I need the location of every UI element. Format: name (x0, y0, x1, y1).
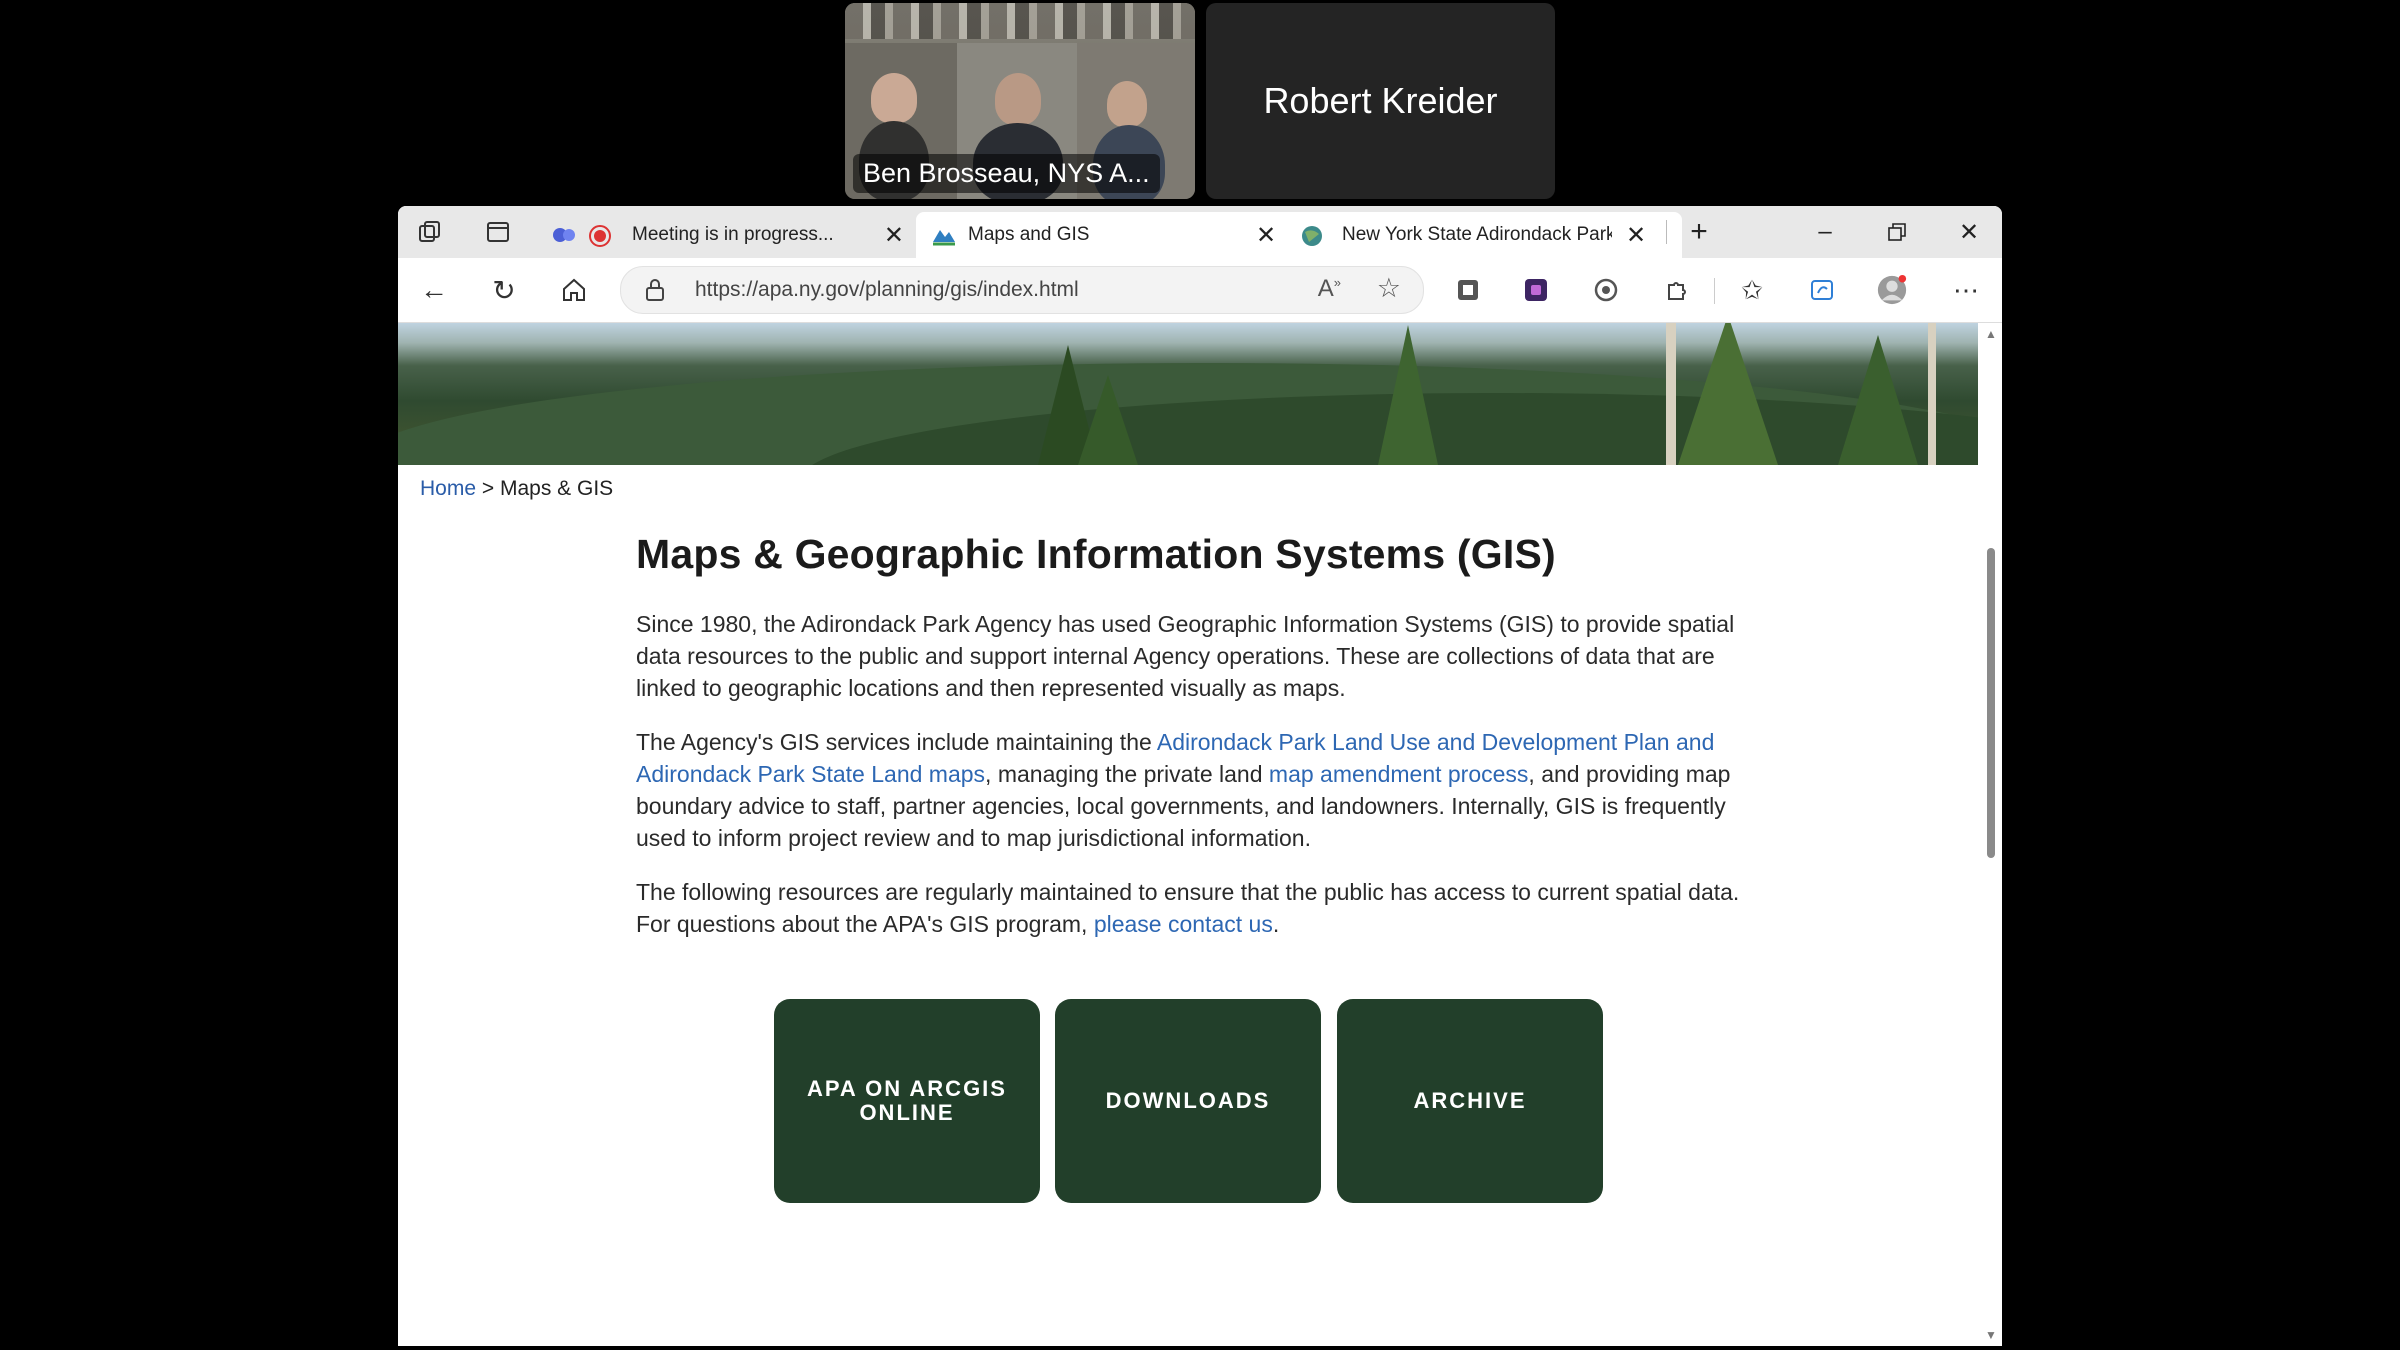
extension-icon[interactable] (1590, 274, 1622, 306)
main-content: Maps & Geographic Information Systems (G… (636, 531, 1746, 962)
apa-favicon-icon (932, 224, 956, 252)
toolbar-divider (1714, 278, 1715, 304)
page-title: Maps & Geographic Information Systems (G… (636, 531, 1556, 577)
close-tab-icon[interactable]: ✕ (1256, 221, 1276, 250)
extension-icon[interactable] (1452, 274, 1484, 306)
favorites-icon[interactable]: ✩ (1736, 274, 1768, 306)
tab-divider (1666, 220, 1667, 244)
resources-paragraph: The following resources are regularly ma… (636, 876, 1746, 940)
participant-name: Robert Kreider (1263, 80, 1498, 121)
extensions-puzzle-icon[interactable] (1660, 274, 1692, 306)
tab-bar: Meeting is in progress... ✕ Maps and GIS… (398, 206, 2002, 258)
tab-adirondack[interactable]: New York State Adirondack Park ✕ (1298, 212, 1668, 258)
participant-name: Ben Brosseau, NYS A... (853, 154, 1160, 193)
teams-icon (552, 224, 576, 252)
close-window-icon[interactable]: ✕ (1946, 212, 1992, 252)
new-tab-icon[interactable]: + (1676, 212, 1722, 252)
services-paragraph: The Agency's GIS services include mainta… (636, 726, 1746, 854)
scroll-up-arrow-icon[interactable]: ▲ (1985, 327, 1997, 341)
tab-label: Maps and GIS (968, 224, 1090, 245)
paragraph-text: , managing the private land (985, 761, 1269, 787)
map-amendment-link[interactable]: map amendment process (1269, 761, 1529, 787)
contact-us-link[interactable]: please contact us (1094, 911, 1273, 937)
banner-tree (1378, 325, 1438, 465)
breadcrumb-current: Maps & GIS (499, 477, 614, 500)
more-options-icon[interactable]: ⋯ (1950, 274, 1982, 306)
scroll-thumb[interactable] (1987, 548, 1995, 858)
recording-icon (588, 224, 612, 254)
page-viewport: Home > Maps & GIS Maps & Geographic Info… (398, 323, 2002, 1346)
close-tab-icon[interactable]: ✕ (884, 221, 904, 250)
arcgis-online-button[interactable]: APA ON ARCGIS ONLINE (774, 999, 1040, 1203)
globe-icon (1300, 224, 1324, 254)
archive-button[interactable]: ARCHIVE (1337, 999, 1603, 1203)
scroll-down-arrow-icon[interactable]: ▼ (1985, 1328, 1997, 1342)
participant-tile-robert[interactable]: Robert Kreider (1206, 3, 1555, 199)
paragraph-text: . (1272, 911, 1280, 937)
intro-paragraph: Since 1980, the Adirondack Park Agency h… (636, 611, 1735, 701)
back-arrow-icon[interactable]: ← (416, 272, 452, 308)
read-aloud-icon[interactable]: A» (1318, 275, 1341, 303)
breadcrumb: Home > Maps & GIS (420, 477, 613, 501)
banner-tree (1838, 335, 1918, 465)
participant-face (1107, 81, 1147, 127)
participant-tile-ben[interactable]: Ben Brosseau, NYS A... (845, 3, 1195, 199)
extension-icon[interactable] (1520, 274, 1552, 306)
workspaces-icon[interactable] (414, 216, 446, 248)
profile-avatar-icon[interactable] (1876, 274, 1908, 306)
tab-label: New York State Adirondack Park (1342, 224, 1612, 245)
banner-tree (1678, 323, 1778, 465)
banner-trunk (1666, 323, 1676, 465)
banner-trunk (1928, 323, 1936, 465)
browser-window: Meeting is in progress... ✕ Maps and GIS… (398, 206, 2002, 1346)
video-background (845, 3, 1195, 39)
close-tab-icon[interactable]: ✕ (1626, 221, 1646, 250)
tab-actions-icon[interactable] (482, 216, 514, 248)
url-text[interactable]: https://apa.ny.gov/planning/gis/index.ht… (695, 278, 1079, 302)
paragraph-text: The Agency's GIS services include mainta… (636, 729, 1157, 755)
minimize-icon[interactable]: – (1802, 212, 1848, 252)
tab-meeting[interactable]: Meeting is in progress... ✕ (546, 212, 914, 258)
downloads-button[interactable]: DOWNLOADS (1055, 999, 1321, 1203)
participant-face (995, 73, 1041, 125)
scrollbar[interactable]: ▲ ▼ (1982, 323, 1998, 1346)
breadcrumb-separator: > (481, 477, 495, 500)
restore-icon[interactable] (1874, 212, 1920, 252)
home-icon[interactable] (556, 272, 592, 308)
collections-icon[interactable] (1806, 274, 1838, 306)
url-field[interactable]: https://apa.ny.gov/planning/gis/index.ht… (620, 266, 1424, 314)
participant-face (871, 73, 917, 123)
address-bar: ← ↻ https://apa.ny.gov/planning/gis/inde… (398, 258, 2002, 323)
tab-label: Meeting is in progress... (632, 224, 834, 245)
banner-tree (1078, 375, 1138, 465)
breadcrumb-home-link[interactable]: Home (420, 477, 476, 500)
header-banner-image (398, 323, 1978, 465)
favorite-star-icon[interactable]: ☆ (1377, 273, 1401, 304)
refresh-icon[interactable]: ↻ (486, 272, 522, 308)
lock-icon[interactable] (645, 278, 665, 307)
